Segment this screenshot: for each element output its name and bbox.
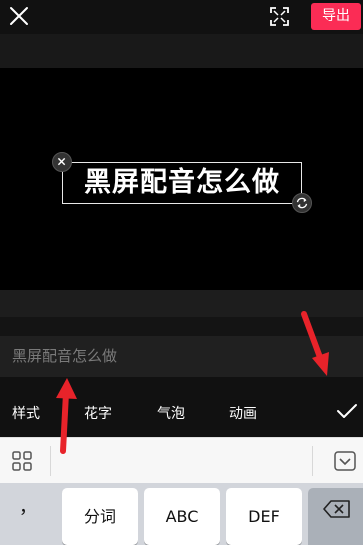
caption-text-box[interactable]: 黑屏配音怎么做 bbox=[62, 162, 302, 204]
caption-text-field[interactable]: 黑屏配音怎么做 bbox=[12, 345, 117, 366]
backspace-key[interactable] bbox=[308, 488, 363, 545]
tab-bubble[interactable]: 气泡 bbox=[157, 403, 185, 423]
keyboard: ， 分词 ABC DEF bbox=[0, 483, 363, 545]
tab-style[interactable]: 样式 bbox=[12, 403, 40, 423]
fullscreen-icon[interactable] bbox=[270, 7, 289, 26]
export-button[interactable]: 导出 bbox=[311, 3, 361, 30]
text-input-row[interactable]: 黑屏配音怎么做 bbox=[0, 336, 363, 377]
caption-text: 黑屏配音怎么做 bbox=[84, 167, 280, 198]
top-bar: 导出 bbox=[0, 0, 363, 34]
preview-bottom-strip bbox=[0, 290, 363, 317]
keyboard-toolbar bbox=[0, 437, 363, 483]
checkmark-icon[interactable] bbox=[335, 399, 359, 423]
toolbar-divider bbox=[50, 446, 51, 476]
grid-icon[interactable] bbox=[12, 451, 32, 471]
style-tabs: 样式 花字 气泡 动画 bbox=[0, 377, 363, 437]
tab-animation[interactable]: 动画 bbox=[229, 403, 257, 423]
key-abc[interactable]: ABC bbox=[144, 488, 220, 545]
close-icon[interactable] bbox=[8, 5, 30, 27]
preview-top-strip bbox=[0, 34, 363, 68]
key-def[interactable]: DEF bbox=[226, 488, 302, 545]
panel-divider bbox=[0, 317, 363, 336]
backspace-icon bbox=[323, 500, 350, 518]
key-fenci[interactable]: 分词 bbox=[62, 488, 138, 545]
rotate-scale-icon[interactable] bbox=[292, 193, 312, 213]
chevron-down-icon[interactable] bbox=[334, 451, 356, 471]
tab-fancy-text[interactable]: 花字 bbox=[84, 403, 112, 423]
key-comma[interactable]: ， bbox=[0, 488, 56, 545]
caption-delete-icon[interactable] bbox=[52, 152, 72, 172]
toolbar-divider bbox=[312, 446, 313, 476]
